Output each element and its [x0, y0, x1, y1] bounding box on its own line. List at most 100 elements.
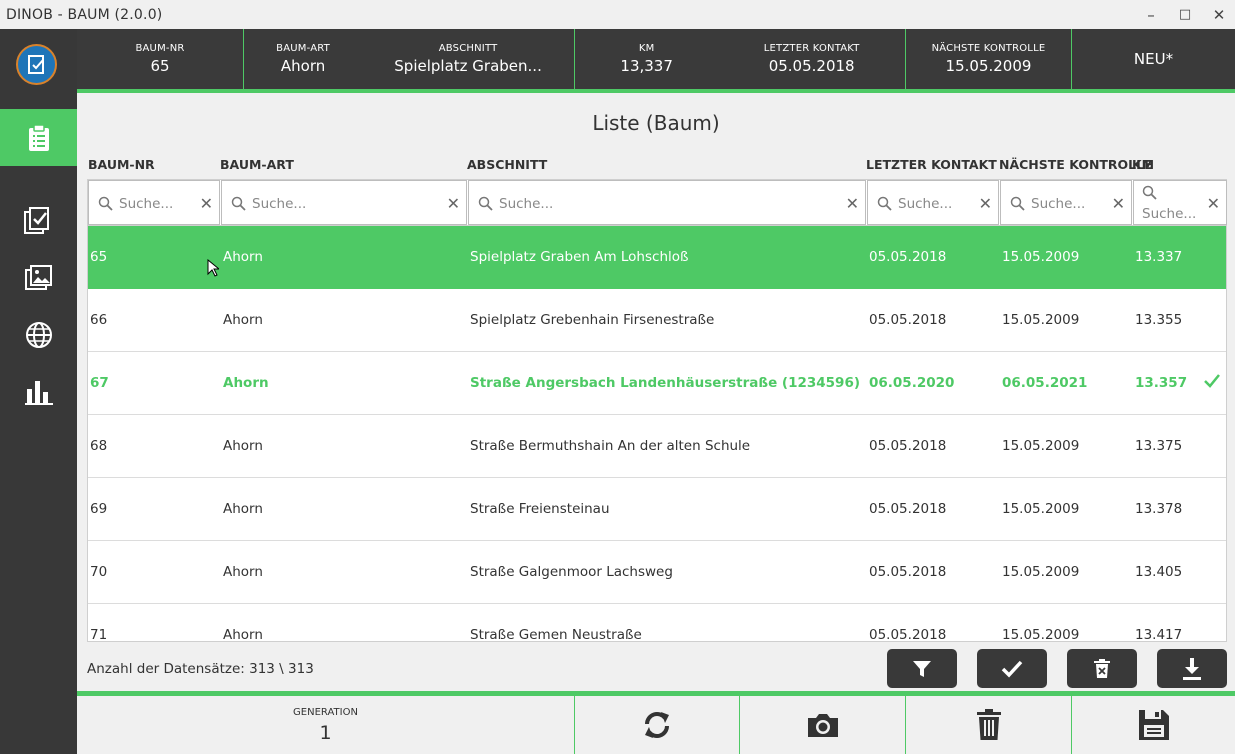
list-panel: Liste (Baum) BAUM-NR BAUM-ART ABSCHNITT …: [77, 93, 1235, 691]
header-value: Spielplatz Graben...: [394, 57, 542, 75]
cell-baum-nr: 68: [90, 438, 108, 454]
search-input-abschnitt[interactable]: Suche... ✕: [468, 180, 866, 225]
table-row[interactable]: 71 Ahorn Straße Gemen Neustraße 05.05.20…: [88, 604, 1226, 642]
sidebar-item-images[interactable]: [0, 253, 77, 303]
search-input-naechste-kontrolle[interactable]: Suche... ✕: [1000, 180, 1132, 225]
cell-letzter-kontakt: 05.05.2018: [869, 249, 947, 265]
data-table: 65 Ahorn Spielplatz Graben Am Lohschloß …: [87, 226, 1227, 642]
globe-icon: [25, 322, 52, 348]
cell-baum-nr: 69: [90, 501, 108, 517]
delete-button[interactable]: [906, 696, 1072, 754]
logo-checklist-icon: [27, 54, 44, 74]
column-header-letzter-kontakt[interactable]: LETZTER KONTAKT: [866, 157, 997, 172]
detail-header: BAUM-NR 65 BAUM-ART Ahorn ABSCHNITT Spie…: [77, 29, 1235, 89]
cell-letzter-kontakt: 05.05.2018: [869, 627, 947, 642]
table-row[interactable]: 65 Ahorn Spielplatz Graben Am Lohschloß …: [88, 226, 1226, 289]
sidebar: [0, 29, 77, 754]
cell-km: 13.378: [1135, 501, 1183, 517]
cell-letzter-kontakt: 05.05.2018: [869, 501, 947, 517]
sidebar-item-statistics[interactable]: [0, 367, 77, 417]
header-value: 13,337: [620, 57, 673, 75]
mouse-cursor-icon: [207, 259, 219, 277]
header-value: 15.05.2009: [945, 57, 1032, 75]
sidebar-item-map[interactable]: [0, 310, 77, 360]
bottom-toolbar: GENERATION 1: [77, 696, 1235, 754]
search-placeholder: Suche...: [1031, 196, 1086, 212]
cell-baum-nr: 67: [90, 375, 109, 391]
new-label: NEU*: [1133, 50, 1174, 68]
delete-filter-button[interactable]: [1067, 649, 1137, 688]
column-header-km[interactable]: KM: [1132, 157, 1154, 172]
refresh-icon: [645, 712, 669, 738]
delete-icon: [1094, 658, 1110, 678]
search-icon: [1142, 185, 1157, 200]
header-value: Ahorn: [280, 57, 326, 75]
table-row[interactable]: 70 Ahorn Straße Galgenmoor Lachsweg 05.0…: [88, 541, 1226, 604]
column-header-baum-nr[interactable]: BAUM-NR: [88, 157, 155, 172]
check-icon: [1001, 660, 1023, 678]
search-icon: [1010, 196, 1025, 211]
clear-icon[interactable]: ✕: [979, 194, 992, 213]
table-row[interactable]: 67 Ahorn Straße Angersbach Landenhäusers…: [88, 352, 1226, 415]
filter-button[interactable]: [887, 649, 957, 688]
header-baum-nr: BAUM-NR 65: [77, 29, 244, 89]
camera-button[interactable]: [740, 696, 906, 754]
table-row[interactable]: 69 Ahorn Straße Freiensteinau 05.05.2018…: [88, 478, 1226, 541]
confirm-button[interactable]: [977, 649, 1047, 688]
search-placeholder: Suche...: [499, 196, 554, 212]
header-naechste-kontrolle: NÄCHSTE KONTROLLE 15.05.2009: [906, 29, 1072, 89]
refresh-button[interactable]: [575, 696, 740, 754]
clear-icon[interactable]: ✕: [1112, 194, 1125, 213]
header-label: NÄCHSTE KONTROLLE: [931, 43, 1046, 54]
header-label: LETZTER KONTAKT: [763, 43, 860, 54]
maximize-button[interactable]: □: [1168, 0, 1202, 29]
table-row[interactable]: 68 Ahorn Straße Bermuthshain An der alte…: [88, 415, 1226, 478]
column-header-baum-art[interactable]: BAUM-ART: [220, 157, 294, 172]
cell-baum-nr: 70: [90, 564, 108, 580]
cell-km: 13.357: [1135, 375, 1188, 391]
new-record-button[interactable]: NEU*: [1072, 29, 1235, 89]
minimize-button[interactable]: –: [1134, 0, 1168, 29]
trash-icon: [976, 709, 1001, 740]
cell-baum-art: Ahorn: [223, 249, 263, 265]
cell-baum-art: Ahorn: [223, 564, 263, 580]
clear-icon[interactable]: ✕: [846, 194, 859, 213]
table-row[interactable]: 66 Ahorn Spielplatz Grebenhain Firsenest…: [88, 289, 1226, 352]
search-input-letzter-kontakt[interactable]: Suche... ✕: [867, 180, 999, 225]
header-value: 05.05.2018: [768, 57, 855, 75]
cell-naechste-kontrolle: 15.05.2009: [1002, 249, 1080, 265]
save-button[interactable]: [1072, 696, 1235, 754]
cell-baum-art: Ahorn: [223, 501, 263, 517]
download-button[interactable]: [1157, 649, 1227, 688]
search-placeholder: Suche...: [898, 196, 953, 212]
cell-letzter-kontakt: 05.05.2018: [869, 564, 947, 580]
download-icon: [1183, 657, 1201, 680]
cell-baum-nr: 71: [90, 627, 108, 642]
search-placeholder: Suche...: [252, 196, 307, 212]
search-input-baum-art[interactable]: Suche... ✕: [221, 180, 467, 225]
checkmark-icon: [1204, 374, 1220, 388]
cell-km: 13.375: [1135, 438, 1183, 454]
clear-icon[interactable]: ✕: [1207, 194, 1220, 213]
search-placeholder: Suche...: [1142, 206, 1197, 222]
images-icon: [24, 265, 52, 290]
search-placeholder: Suche...: [119, 196, 174, 212]
cell-baum-art: Ahorn: [223, 627, 263, 642]
sidebar-item-list[interactable]: [0, 109, 77, 166]
sidebar-item-checklists[interactable]: [0, 196, 77, 246]
search-icon: [98, 196, 113, 211]
header-label: BAUM-NR: [135, 43, 185, 54]
close-button[interactable]: ✕: [1202, 0, 1235, 29]
app-logo[interactable]: [16, 44, 57, 85]
clear-icon[interactable]: ✕: [200, 194, 213, 213]
search-input-baum-nr[interactable]: Suche... ✕: [88, 180, 220, 225]
record-count: Anzahl der Datensätze: 313 \ 313: [87, 661, 314, 677]
cell-naechste-kontrolle: 06.05.2021: [1002, 375, 1088, 391]
cell-km: 13.355: [1135, 312, 1183, 328]
column-header-abschnitt[interactable]: ABSCHNITT: [467, 157, 547, 172]
bar-chart-icon: [24, 381, 53, 405]
column-header-naechste-kontrolle[interactable]: NÄCHSTE KONTROLLE: [999, 157, 1153, 172]
clear-icon[interactable]: ✕: [447, 194, 460, 213]
search-input-km[interactable]: Suche... ✕: [1133, 180, 1227, 225]
search-icon: [231, 196, 246, 211]
